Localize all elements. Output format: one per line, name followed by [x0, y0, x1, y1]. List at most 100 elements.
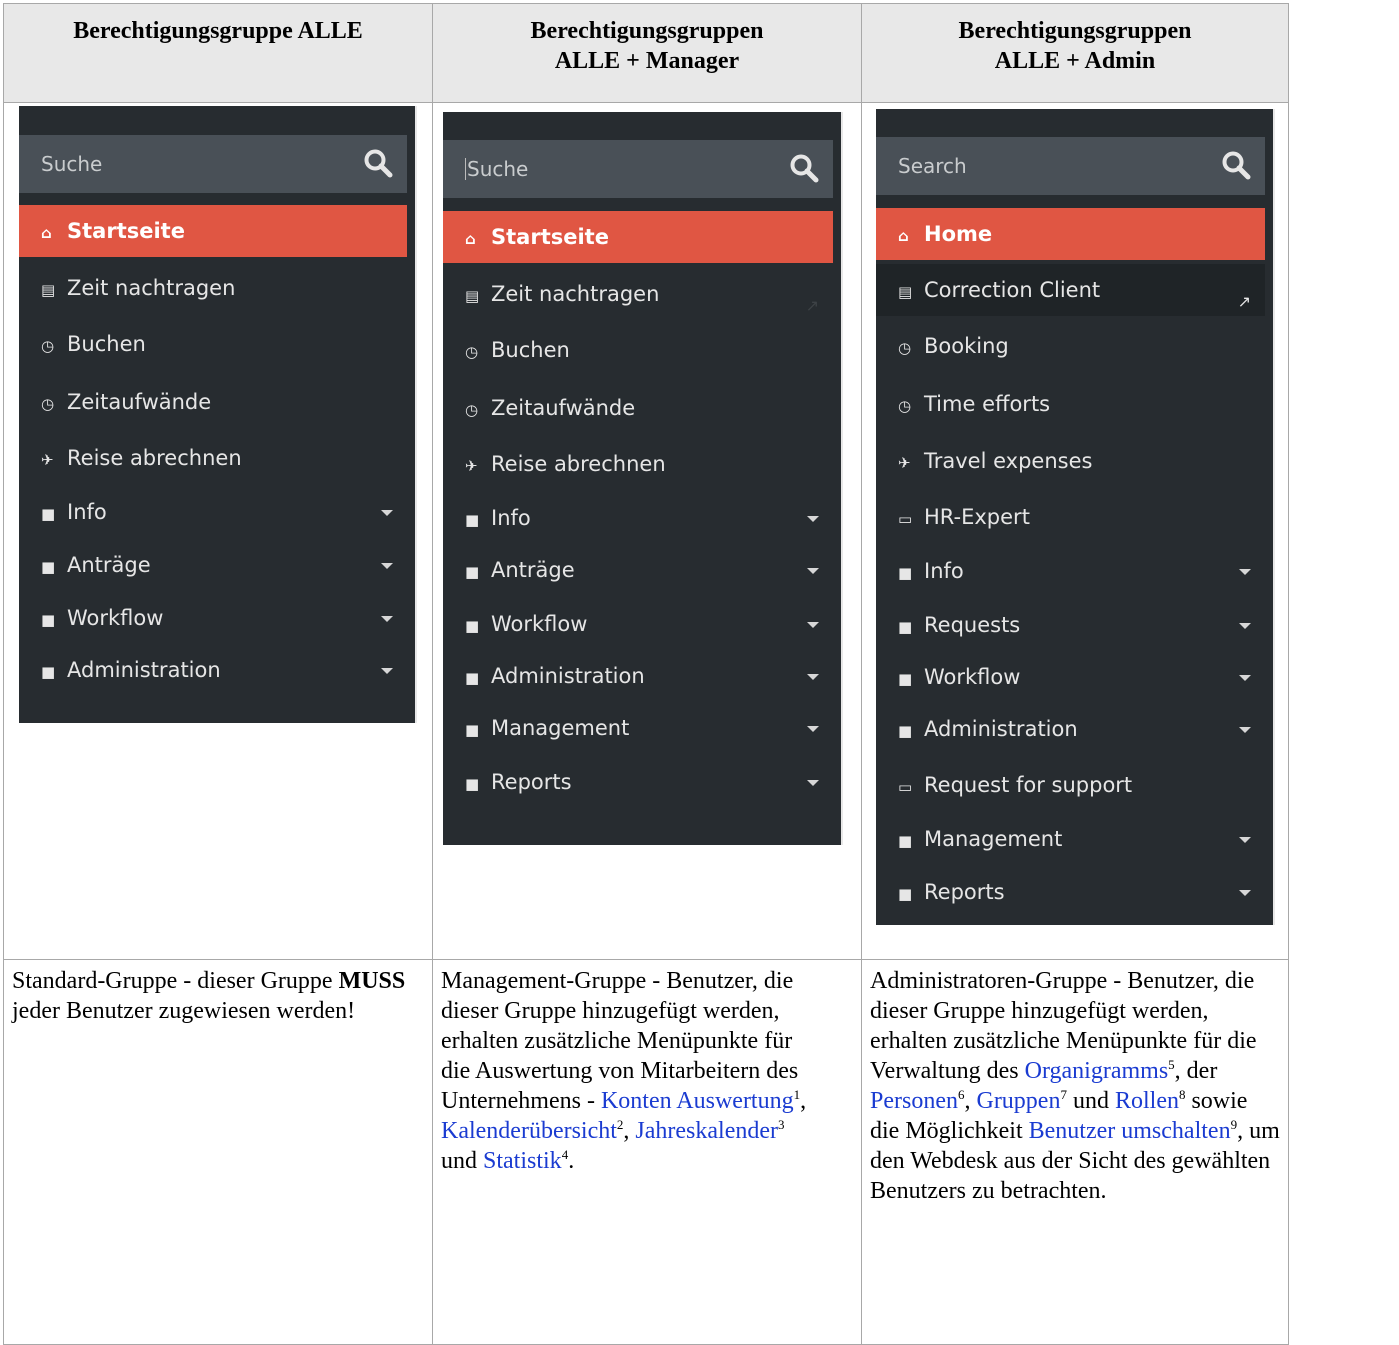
menu-item-travel-expenses[interactable]: ✈ Travel expenses	[876, 435, 1265, 487]
menu-item-label: Travel expenses	[924, 449, 1093, 473]
menu-item-reise-abrechnen[interactable]: ✈ Reise abrechnen	[19, 432, 407, 484]
keyboard-icon: ▤	[898, 283, 913, 301]
desc-cell-3: Administratoren-Gruppe - Benutzer, die d…	[861, 959, 1289, 1345]
clock-icon: ◷	[41, 337, 55, 355]
menu-item-booking[interactable]: ◷ Booking	[876, 320, 1265, 372]
menu-item-administration[interactable]: ■ Administration	[443, 650, 833, 702]
menu-item-zeit-nachtragen[interactable]: ▤ Zeit nachtragen	[19, 262, 407, 314]
desc1-text1: Standard-Gruppe - dieser Gruppe	[12, 968, 339, 994]
search-input[interactable]: Suche	[19, 135, 407, 193]
menu-item-management[interactable]: ■ Management	[443, 702, 833, 754]
menu-item-administration[interactable]: ■ Administration	[876, 703, 1265, 755]
menu-item-workflow[interactable]: ■ Workflow	[19, 592, 407, 644]
menu-item-antraege[interactable]: ■ Anträge	[443, 544, 833, 596]
keyboard-icon: ▤	[41, 281, 56, 299]
menu-item-reports[interactable]: ■ Reports	[443, 756, 833, 808]
menu-item-label: Startseite	[491, 225, 609, 249]
menu-item-home[interactable]: ⌂ Home	[876, 208, 1265, 260]
menu-item-label: Request for support	[924, 773, 1133, 797]
clock-icon: ◷	[898, 397, 912, 415]
menu-item-label: HR-Expert	[924, 505, 1030, 529]
menu-item-reise-abrechnen[interactable]: ✈ Reise abrechnen	[443, 438, 833, 490]
menu-item-reports[interactable]: ■ Reports	[876, 866, 1265, 918]
menu-item-hr-expert[interactable]: ▭ HR-Expert	[876, 491, 1265, 543]
search-icon[interactable]	[1221, 150, 1251, 180]
menu-item-label: Administration	[67, 658, 221, 682]
menu-item-correction-client[interactable]: ▤ Correction Client ↗	[876, 264, 1265, 316]
menu-item-antraege[interactable]: ■ Anträge	[19, 539, 407, 591]
menu-item-label: Buchen	[67, 332, 146, 356]
menu-item-zeitaufwaende[interactable]: ◷ Zeitaufwände	[443, 382, 833, 434]
folder-icon: ■	[465, 617, 480, 635]
menu-item-management[interactable]: ■ Management	[876, 813, 1265, 865]
link-gruppen[interactable]: Gruppen	[976, 1088, 1060, 1114]
folder-icon: ■	[41, 505, 56, 523]
search-icon[interactable]	[789, 153, 819, 183]
header-col1-text: Berechtigungsgruppe ALLE	[73, 18, 363, 44]
menu-item-label: Zeitaufwände	[491, 396, 636, 420]
menu-item-info[interactable]: ■ Info	[443, 492, 833, 544]
chevron-down-icon	[807, 726, 819, 732]
clock-icon: ◷	[41, 395, 55, 413]
folder-icon: ■	[41, 611, 56, 629]
link-kalenderuebersicht[interactable]: Kalenderübersicht	[441, 1118, 617, 1144]
menu-panel-manager: Suche ⌂ Startseite ▤ Zeit nachtragen ↗ ◷ Buc…	[443, 112, 841, 845]
chevron-down-icon	[807, 622, 819, 628]
menu-item-buchen[interactable]: ◷ Buchen	[443, 324, 833, 376]
footnote-3: 3	[778, 1117, 785, 1132]
desc2-sep3: und	[441, 1148, 483, 1174]
menu-item-label: Anträge	[67, 553, 151, 577]
folder-icon: ■	[465, 563, 480, 581]
link-jahreskalender[interactable]: Jahreskalender	[635, 1118, 778, 1144]
link-personen[interactable]: Personen	[870, 1088, 958, 1114]
header-col2-line2: ALLE + Manager	[554, 48, 740, 74]
menu-item-startseite[interactable]: ⌂ Startseite	[19, 205, 407, 257]
menu-item-requests[interactable]: ■ Requests	[876, 599, 1265, 651]
menu-item-request-for-support[interactable]: ▭ Request for support	[876, 759, 1265, 811]
chevron-down-icon	[381, 616, 393, 622]
menu-item-buchen[interactable]: ◷ Buchen	[19, 318, 407, 370]
search-input[interactable]: Search	[876, 137, 1265, 195]
menu-item-label: Anträge	[491, 558, 575, 582]
link-benutzer-umschalten[interactable]: Benutzer umschalten	[1029, 1118, 1231, 1144]
menu-item-label: Administration	[491, 664, 645, 688]
link-statistik[interactable]: Statistik	[483, 1148, 562, 1174]
folder-icon: ■	[898, 564, 913, 582]
desc1-text2: jeder Benutzer zugewiesen werden!	[12, 998, 356, 1024]
folder-icon: ■	[465, 669, 480, 687]
menu-item-startseite[interactable]: ⌂ Startseite	[443, 211, 833, 263]
menu-item-label: Correction Client	[924, 278, 1101, 302]
folder-icon: ■	[898, 832, 913, 850]
clock-icon: ◷	[898, 339, 912, 357]
search-icon[interactable]	[363, 148, 393, 178]
desc3-text2: , der	[1174, 1058, 1218, 1084]
home-icon: ⌂	[898, 227, 909, 245]
header-col3: Berechtigungsgruppen ALLE + Admin	[861, 3, 1289, 103]
search-input[interactable]: Suche	[443, 140, 833, 198]
menu-item-label: Zeit nachtragen	[491, 282, 660, 306]
menu-item-label: Booking	[924, 334, 1009, 358]
monitor-icon: ▭	[898, 510, 913, 528]
menu-item-label: Zeit nachtragen	[67, 276, 236, 300]
desc2-end: .	[568, 1148, 575, 1174]
desc2-sep2: ,	[623, 1118, 636, 1144]
menu-item-time-efforts[interactable]: ◷ Time efforts	[876, 378, 1265, 430]
menu-item-administration[interactable]: ■ Administration	[19, 644, 407, 696]
menu-item-label: Workflow	[491, 612, 588, 636]
link-organigramms[interactable]: Organigramms	[1025, 1058, 1169, 1084]
folder-icon: ■	[41, 663, 56, 681]
desc2-sep1: ,	[800, 1088, 807, 1114]
menu-item-label: Info	[67, 500, 107, 524]
menu-item-workflow[interactable]: ■ Workflow	[443, 598, 833, 650]
menu-item-info[interactable]: ■ Info	[19, 486, 407, 538]
menu-item-zeit-nachtragen[interactable]: ▤ Zeit nachtragen ↗	[443, 268, 833, 320]
menu-item-zeitaufwaende[interactable]: ◷ Zeitaufwände	[19, 376, 407, 428]
menu-item-info[interactable]: ■ Info	[876, 545, 1265, 597]
link-konten-auswertung[interactable]: Konten Auswertung	[601, 1088, 794, 1114]
header-col1: Berechtigungsgruppe ALLE	[3, 3, 433, 103]
menu-item-label: Workflow	[67, 606, 164, 630]
plane-icon: ✈	[465, 457, 478, 475]
link-rollen[interactable]: Rollen	[1115, 1088, 1179, 1114]
menu-item-workflow[interactable]: ■ Workflow	[876, 651, 1265, 703]
clock-icon: ◷	[465, 401, 479, 419]
